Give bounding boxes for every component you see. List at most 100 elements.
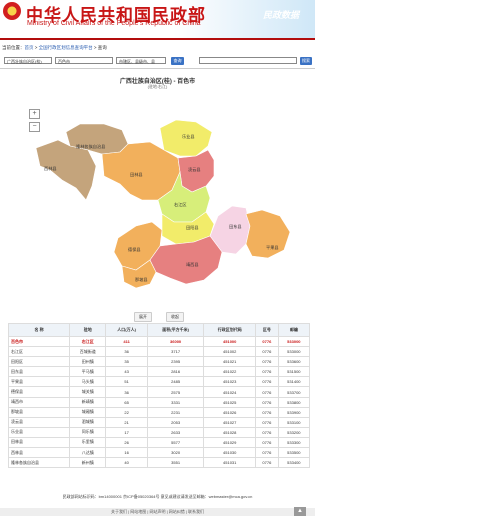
footer-feedback-label: 意见或建议请发送至邮箱： [160,494,209,499]
table-cell: 0776 [254,436,279,449]
search-input[interactable] [199,57,297,64]
table-cell: 36 [105,386,148,398]
table-cell: 0776 [254,356,279,368]
region-table: 名 称 驻地 人口(万人) 面积(平方千米) 行政区划代码 区号 邮编 百色市右… [7,323,311,469]
table-row[interactable]: 那坡县 城厢镇 22 2231 451026 0776 533900 [7,406,311,418]
table-cell: 451026 [203,406,256,418]
search-button[interactable]: 搜索 [300,57,312,65]
footer-site-code: bm14000001 [98,494,122,499]
filter-divider [0,68,315,69]
breadcrumb-home-link[interactable]: 首页 [25,45,34,50]
col-header: 人口(万人) [105,323,148,337]
county-select-value: 市辖区、县级市、县 [119,59,155,64]
table-cell: 同乐镇 [69,426,107,438]
table-cell: 0776 [254,396,279,408]
city-select[interactable]: 百色市 [55,57,113,64]
table-cell: 0776 [254,346,279,358]
table-row[interactable]: 隆林各族自治县 新州镇 40 3551 451031 0776 533400 [7,457,311,469]
table-row[interactable]: 右江区 百城街道 36 3717 451002 0776 533000 [7,346,311,358]
table-row[interactable]: 西林县 八达镇 16 3020 451030 0776 533500 [7,447,311,459]
map-label: 乐业县 [182,133,195,140]
footer-link-sitemap[interactable]: 网站地图 [130,509,146,514]
table-cell: 百城街道 [69,346,107,358]
county-select[interactable]: 市辖区、县级市、县 [116,57,166,64]
table-cell: 泗城镇 [69,416,107,428]
table-row[interactable]: 田东县 平马镇 43 2816 451022 0776 531500 [7,366,311,378]
table-cell: 533300 [277,436,311,449]
back-to-top-button[interactable]: ▲ [294,507,306,516]
table-cell: 靖西市 [7,396,71,408]
table-cell: 2053 [146,416,205,428]
site-header: 中华人民共和国民政部 Ministry of Civil Affairs of … [0,0,315,38]
header-slogan: 民政数据 [263,10,300,20]
table-cell: 3331 [146,396,205,408]
table-cell: 5577 [146,436,205,449]
footer-link-correction[interactable]: 网站纠错 [169,509,185,514]
table-cell: 451029 [203,436,256,449]
footer-email[interactable]: webmaster@mca.gov.cn [209,494,253,499]
table-cell: 451021 [203,356,256,368]
table-row[interactable]: 田林县 乐里镇 26 5577 451029 0776 533300 [7,436,311,449]
region-map[interactable]: 乐业县 隆林各族自治县 西林县 田林县 凌云县 右江区 德保县 田阳县 田东县 … [0,90,315,312]
map-region-jingxi[interactable] [149,235,223,285]
footer-id-label: 民政部网站标识码： [62,494,99,499]
table-cell: 田林县 [7,436,71,449]
col-header: 驻地 [69,323,107,337]
footer-link-contact[interactable]: 联系我们 [188,509,204,514]
table-cell: 平果县 [7,376,71,388]
table-row[interactable]: 德保县 城关镇 36 2575 451024 0776 533700 [7,386,311,398]
table-cell: 0776 [254,416,279,428]
table-cell: 22 [105,406,148,418]
table-cell: 3020 [146,447,205,459]
table-row[interactable]: 平果县 马头镇 51 2485 451023 0776 531400 [7,376,311,388]
footer-link-statement[interactable]: 网站声明 [150,509,166,514]
table-cell: 0776 [254,386,279,398]
table-cell: 百色市 [7,335,71,348]
table-cell: 531400 [277,376,311,388]
breadcrumb-current: 查询 [97,45,107,50]
table-cell: 0776 [254,366,279,378]
footer-links: 关于我们 | 网站地图 | 网站声明 | 网站纠错 | 联系我们 [0,508,315,516]
map-label: 靖西县 [186,261,199,268]
table-cell: 田阳区 [7,356,71,368]
table-cell: 2633 [146,426,205,438]
site-title-en: Ministry of Civil Affairs of the People'… [27,20,201,27]
province-select-value: 广西壮族自治区(桂) [7,59,42,64]
table-cell: 533400 [277,457,311,469]
table-cell: 马头镇 [69,376,107,388]
table-cell: 乐里镇 [69,436,107,449]
footer-icp[interactable]: 京ICP备05020364号 [122,494,161,499]
expand-button[interactable]: 展开 [134,312,152,322]
table-row[interactable]: 乐业县 同乐镇 17 2633 451028 0776 533200 [7,426,311,438]
query-button[interactable]: 查询 [171,57,184,65]
breadcrumb-platform-link[interactable]: 全国行政区划信息查询平台 [39,45,93,50]
province-select[interactable]: 广西壮族自治区(桂) [4,57,52,64]
table-cell: 43 [105,366,148,378]
table-cell: 451023 [203,376,256,388]
table-cell: 右江区 [7,346,71,358]
table-cell: 65 [105,396,148,408]
table-cell: 0776 [254,406,279,418]
table-cell: 451027 [203,416,256,428]
table-cell: 平马镇 [69,366,107,378]
table-row[interactable]: 田阳区 田州镇 35 2395 451021 0776 533600 [7,356,311,368]
table-cell: 新靖镇 [69,396,107,408]
breadcrumb: 当前位置：首页 > 全国行政区划信息查询平台 > 查询 [2,45,107,51]
col-header: 面积(平方千米) [146,323,205,337]
table-cell: 533000 [277,346,311,358]
table-row[interactable]: 靖西市 新靖镇 65 3331 451025 0776 533800 [7,396,311,408]
table-row[interactable]: 凌云县 泗城镇 21 2053 451027 0776 533100 [7,416,311,428]
table-cell: 田州镇 [69,356,107,368]
city-select-value: 百色市 [58,59,70,64]
table-cell: 451028 [203,426,256,438]
table-cell: 2575 [146,386,205,398]
table-cell: 533700 [277,386,311,398]
map-region-pingguo[interactable] [245,209,291,259]
map-label: 那坡县 [135,276,148,283]
footer-link-about[interactable]: 关于我们 [111,509,127,514]
table-cell: 城厢镇 [69,406,107,418]
table-cell: 533500 [277,447,311,459]
breadcrumb-prefix: 当前位置： [2,45,25,50]
table-cell: 533100 [277,416,311,428]
collapse-button[interactable]: 收起 [166,312,184,322]
